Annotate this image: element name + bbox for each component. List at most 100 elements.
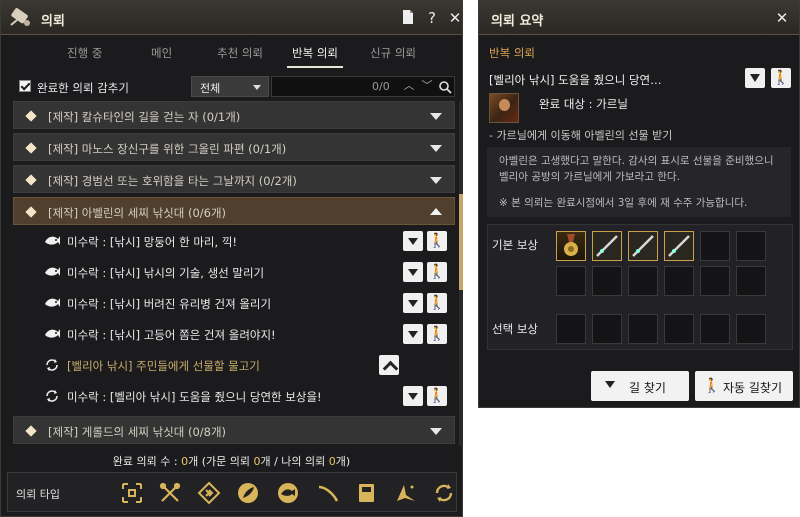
choice-slot-empty xyxy=(592,314,622,344)
reward-slot-empty xyxy=(628,266,658,296)
close-icon[interactable]: ✕ xyxy=(773,9,791,27)
choice-slot-empty xyxy=(700,314,730,344)
chevron-down-icon xyxy=(430,113,442,120)
category-row[interactable]: [제작] 경범선 또는 호위함을 타는 그날까지 (0/2개) xyxy=(13,165,455,193)
quest-list: [제작] 칼슈타인의 길을 걷는 자 (0/1개) [제작] 마노스 장신구를 … xyxy=(13,101,455,446)
quest-row[interactable]: 미수락 : [낚시] 망둥어 한 마리, 끽! 🚶 xyxy=(13,226,455,257)
reward-slot-fishing-rod[interactable] xyxy=(664,231,694,261)
help-icon[interactable]: ? xyxy=(423,9,441,27)
combat-icon[interactable] xyxy=(120,481,144,505)
search-input[interactable]: 0/0 ︿ ﹀ xyxy=(271,76,455,97)
fishing-rod-icon xyxy=(596,235,618,257)
summary-text: 개 (가문 의뢰 xyxy=(188,455,254,468)
description-box: 아벨린은 고생했다고 말한다. 감사의 표시로 선물을 준비했으니 벨리아 공방… xyxy=(487,147,791,217)
diamond-icon xyxy=(25,110,37,122)
hide-completed-label: 완료한 의뢰 감추기 xyxy=(37,81,129,95)
summary-prefix: 완료 의뢰 수 : xyxy=(112,455,182,468)
category-label: [제작] 칼슈타인의 길을 걷는 자 (0/1개) xyxy=(48,110,241,124)
auto-path-icon[interactable]: 🚶 xyxy=(771,68,791,88)
category-row[interactable]: [제작] 마노스 장신구를 위한 그올린 파편 (0/1개) xyxy=(13,133,455,161)
repeat-icon[interactable] xyxy=(432,481,456,505)
quest-type-bar: 의뢰 타입 xyxy=(7,472,457,512)
category-select[interactable]: 전체 xyxy=(191,76,269,97)
quest-row-in-progress[interactable]: [벨리아 낚시] 주민들에게 선물할 물고기 xyxy=(13,350,455,381)
tab-main[interactable]: 메인 xyxy=(151,45,172,61)
choice-slot-empty xyxy=(628,314,658,344)
quest-row[interactable]: 미수락 : [벨리아 낚시] 도움을 줬으니 당연한 보상을! 🚶 xyxy=(13,381,455,412)
quest-label: 미수락 : [낚시] 버려진 유리병 건져 올리기 xyxy=(67,297,272,311)
auto-path-icon[interactable]: 🚶 xyxy=(427,262,447,282)
book-icon[interactable] xyxy=(355,481,379,505)
reward-slot-fishing-rod[interactable] xyxy=(628,231,658,261)
chevron-down-icon xyxy=(430,177,442,184)
gathering-icon[interactable] xyxy=(236,481,260,505)
crafting-icon[interactable] xyxy=(158,481,182,505)
diamond-icon xyxy=(25,425,37,437)
quest-dropdown-button[interactable] xyxy=(403,324,423,344)
auto-path-icon[interactable]: 🚶 xyxy=(427,231,447,251)
quest-row[interactable]: 미수락 : [낚시] 낚시의 기술, 생선 말리기 🚶 xyxy=(13,257,455,288)
rewards-panel: 기본 보상 선택 보상 xyxy=(487,224,793,350)
quest-row[interactable]: 미수락 : [낚시] 고등어 쫌은 건져 올려야지! 🚶 xyxy=(13,319,455,350)
category-select-value: 전체 xyxy=(200,82,221,95)
choice-slot-empty xyxy=(664,314,694,344)
quest-label: 미수락 : [벨리아 낚시] 도움을 줬으니 당연한 보상을! xyxy=(67,390,322,404)
quest-label: 미수락 : [낚시] 고등어 쫌은 건져 올려야지! xyxy=(67,328,276,342)
summary-window-titlebar[interactable]: 의뢰 요약 ✕ xyxy=(479,1,799,35)
tab-new[interactable]: 신규 의뢰 xyxy=(370,45,416,61)
reward-slot-medal[interactable] xyxy=(556,231,586,261)
completion-target: 완료 대상 : 가르닐 xyxy=(539,97,628,111)
quest-dropdown-button[interactable] xyxy=(745,68,765,88)
quest-dropdown-button[interactable] xyxy=(403,293,423,313)
trade-icon[interactable] xyxy=(197,481,221,505)
quest-row[interactable]: 미수락 : [낚시] 버려진 유리병 건져 올리기 🚶 xyxy=(13,288,455,319)
special-icon[interactable] xyxy=(394,481,418,505)
quest-label: [벨리아 낚시] 주민들에게 선물할 물고기 xyxy=(67,359,260,373)
reward-slot-empty xyxy=(700,266,730,296)
hunting-icon[interactable] xyxy=(316,481,340,505)
diamond-icon xyxy=(25,142,37,154)
fishing-icon[interactable] xyxy=(276,481,300,505)
active-tab-underline xyxy=(287,66,343,68)
quest-dropdown-button[interactable] xyxy=(403,262,423,282)
choice-reward-label: 선택 보상 xyxy=(492,322,538,336)
tab-recommended[interactable]: 추천 의뢰 xyxy=(217,45,263,61)
reward-slot-empty xyxy=(556,266,586,296)
quest-window-titlebar[interactable]: 의뢰 ? ✕ xyxy=(1,1,462,35)
hide-completed-checkbox[interactable] xyxy=(19,80,31,92)
document-icon[interactable] xyxy=(399,9,417,27)
search-count: 0/0 xyxy=(372,80,390,93)
quest-dropdown-button[interactable] xyxy=(403,386,423,406)
medal-icon xyxy=(564,234,578,256)
quest-dropdown-button[interactable] xyxy=(403,231,423,251)
category-row-expanded[interactable]: [제작] 아벨린의 세찌 낚싯대 (0/6개) xyxy=(13,197,455,225)
auto-path-button[interactable]: 🚶 자동 길찾기 xyxy=(695,371,793,401)
basic-reward-label: 기본 보상 xyxy=(492,238,538,252)
quest-description: 아벨린은 고생했다고 말한다. 감사의 표시로 선물을 준비했으니 벨리아 공방… xyxy=(499,155,774,183)
reward-slot-empty xyxy=(592,266,622,296)
close-icon[interactable]: ✕ xyxy=(446,9,464,27)
walking-icon: 🚶 xyxy=(703,378,721,394)
chevron-up-icon[interactable]: ︿ xyxy=(402,79,416,93)
find-path-button[interactable]: 길 찾기 xyxy=(591,371,689,401)
npc-portrait xyxy=(489,93,519,123)
fishing-icon xyxy=(45,298,60,307)
category-label: [제작] 마노스 장신구를 위한 그올린 파편 (0/1개) xyxy=(48,142,287,156)
chevron-down-icon[interactable]: ﹀ xyxy=(420,79,434,93)
auto-path-icon[interactable]: 🚶 xyxy=(427,324,447,344)
category-row[interactable]: [제작] 게롤드의 세찌 낚싯대 (0/8개) xyxy=(13,416,455,444)
repeat-icon xyxy=(46,359,58,371)
repeat-note: ※ 본 의뢰는 완료시점에서 3일 후에 재 수주 가능합니다. xyxy=(499,197,748,209)
category-row[interactable]: [제작] 칼슈타인의 길을 걷는 자 (0/1개) xyxy=(13,101,455,129)
window-title: 의뢰 요약 xyxy=(491,14,544,29)
section-heading: 반복 의뢰 xyxy=(489,46,535,60)
tab-in-progress[interactable]: 진행 중 xyxy=(67,45,102,61)
collapse-button[interactable] xyxy=(379,355,399,375)
search-icon[interactable] xyxy=(438,80,452,94)
reward-slot-fishing-rod[interactable] xyxy=(592,231,622,261)
auto-path-icon[interactable]: 🚶 xyxy=(427,293,447,313)
scrollbar-thumb[interactable] xyxy=(459,194,463,290)
tab-repeat[interactable]: 반복 의뢰 xyxy=(292,45,338,61)
quest-type-label: 의뢰 타입 xyxy=(16,488,60,501)
auto-path-icon[interactable]: 🚶 xyxy=(427,386,447,406)
